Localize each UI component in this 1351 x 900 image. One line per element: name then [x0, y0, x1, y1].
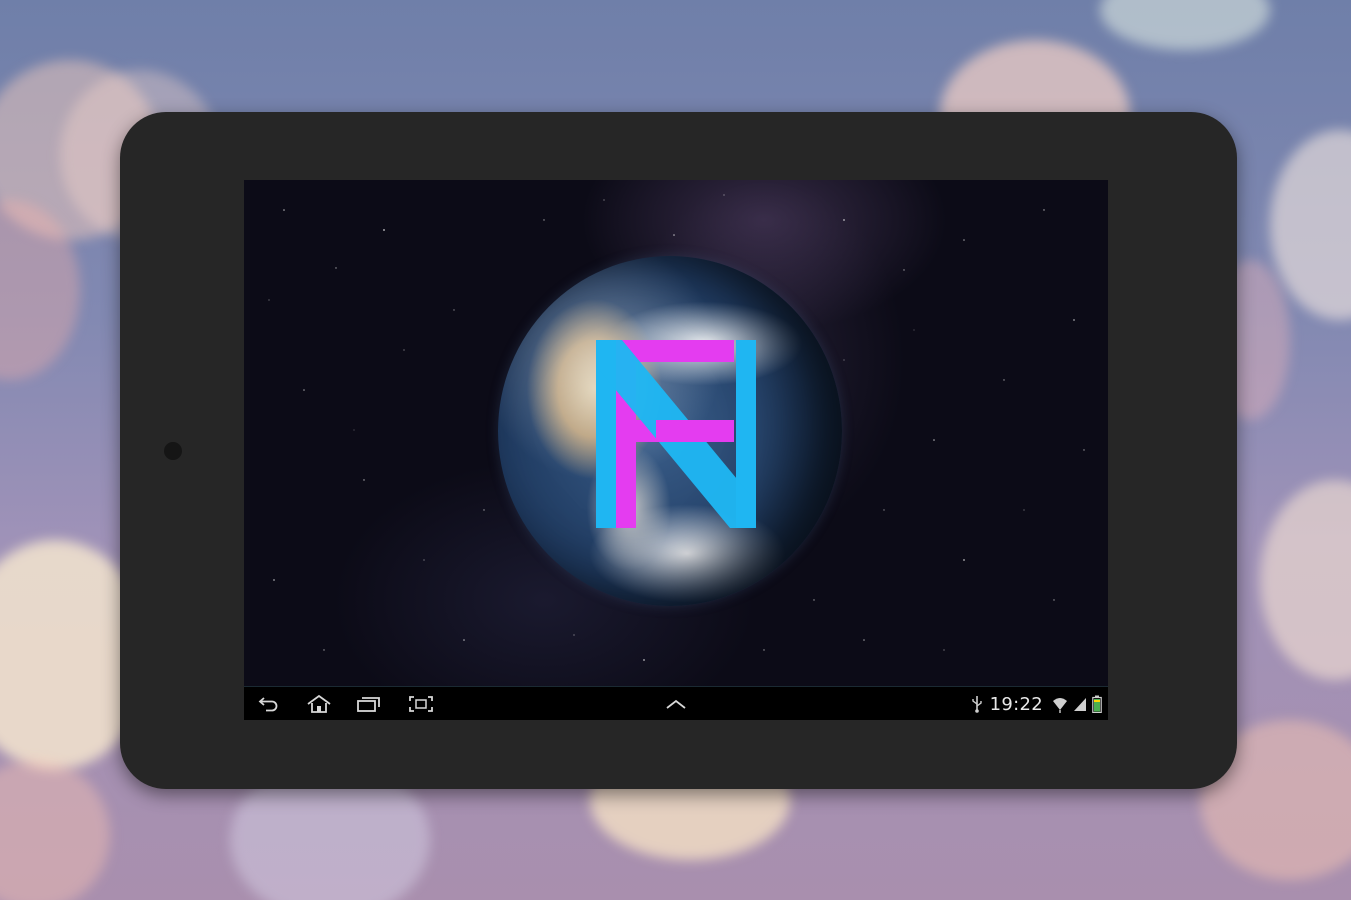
- signal-icon: [1074, 698, 1086, 711]
- nf-monogram-logo: [596, 340, 756, 528]
- tablet-screen: 19:22: [244, 180, 1108, 720]
- bokeh-light: [1260, 480, 1351, 680]
- status-tray[interactable]: 19:22: [971, 687, 1102, 720]
- status-clock: 19:22: [989, 693, 1043, 715]
- screenshot-button[interactable]: [406, 691, 436, 717]
- bokeh-light: [0, 760, 110, 900]
- front-camera: [164, 442, 182, 460]
- screenshot-icon: [409, 696, 433, 712]
- space-wallpaper: [244, 180, 1108, 686]
- usb-icon: [971, 696, 982, 713]
- home-icon: [307, 694, 331, 713]
- home-button[interactable]: [304, 691, 334, 717]
- chevron-up-icon: [666, 699, 686, 709]
- bokeh-light: [1100, 0, 1270, 50]
- battery-icon: [1092, 695, 1102, 713]
- recent-apps-icon: [357, 697, 380, 712]
- tablet-device: 19:22: [120, 112, 1237, 789]
- back-button[interactable]: [254, 691, 284, 717]
- wifi-icon: [1053, 698, 1067, 713]
- back-icon: [258, 697, 278, 712]
- system-navigation-bar: 19:22: [244, 686, 1108, 720]
- expand-panel-button[interactable]: [661, 691, 691, 717]
- recent-apps-button[interactable]: [354, 691, 384, 717]
